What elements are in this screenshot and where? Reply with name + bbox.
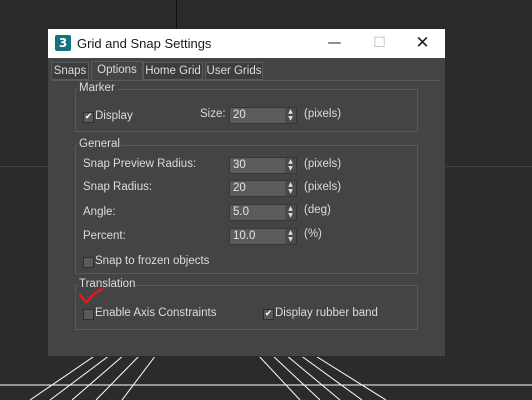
size-value: 20 — [233, 109, 246, 121]
snap-radius-value: 20 — [233, 182, 246, 194]
size-label: Size: — [200, 108, 226, 120]
translation-group: Translation Enable Axis Constraints ✔ Di… — [75, 278, 418, 330]
maximize-button[interactable]: ☐ — [357, 29, 402, 58]
minimize-button[interactable]: — — [312, 29, 357, 58]
size-unit: (pixels) — [304, 108, 342, 120]
angle-label: Angle: — [83, 206, 116, 218]
percent-label: Percent: — [83, 230, 126, 242]
grid-and-snap-settings-dialog: 3 Grid and Snap Settings — ☐ ✕ Snaps Opt… — [47, 28, 446, 357]
angle-unit: (deg) — [304, 204, 331, 216]
snap-frozen-checkbox[interactable] — [83, 257, 94, 268]
enable-axis-constraints-label: Enable Axis Constraints — [95, 307, 217, 319]
up-down-arrows-icon[interactable]: ▲ ▼ — [285, 108, 296, 123]
red-checkmark-annotation — [78, 287, 104, 304]
close-button[interactable]: ✕ — [400, 29, 445, 58]
size-spinner[interactable]: 20 ▲ ▼ — [229, 107, 297, 124]
display-rubber-band-label: Display rubber band — [275, 307, 378, 319]
snap-preview-radius-label: Snap Preview Radius: — [83, 158, 197, 170]
percent-spinner[interactable]: 10.0 ▲ ▼ — [229, 228, 297, 245]
display-checkbox[interactable]: ✔ — [83, 112, 94, 123]
viewport-horizon-line — [446, 166, 532, 167]
snap-radius-unit: (pixels) — [304, 181, 342, 193]
enable-axis-constraints-checkbox[interactable] — [83, 309, 94, 320]
marker-group-label: Marker — [78, 82, 116, 94]
display-label: Display — [95, 110, 133, 122]
snap-frozen-label: Snap to frozen objects — [95, 255, 210, 267]
display-rubber-band-checkbox[interactable]: ✔ — [263, 309, 274, 320]
angle-value: 5.0 — [233, 206, 249, 218]
tab-user-grids[interactable]: User Grids — [205, 62, 263, 80]
marker-group: Marker ✔ Display Size: 20 ▲ ▼ (pixels) — [75, 82, 418, 132]
angle-spinner[interactable]: 5.0 ▲ ▼ — [229, 204, 297, 221]
snap-preview-radius-unit: (pixels) — [304, 158, 342, 170]
tab-home-grid[interactable]: Home Grid — [143, 62, 203, 80]
up-down-arrows-icon[interactable]: ▲ ▼ — [285, 229, 296, 244]
snap-radius-label: Snap Radius: — [83, 181, 153, 193]
tab-divider — [51, 80, 441, 81]
title-bar[interactable]: 3 Grid and Snap Settings — ☐ ✕ — [48, 29, 445, 58]
window-title: Grid and Snap Settings — [77, 36, 212, 51]
general-group-label: General — [78, 138, 121, 150]
tab-options[interactable]: Options — [91, 61, 143, 81]
app-icon: 3 — [55, 35, 71, 51]
viewport-axis-line — [176, 0, 177, 30]
up-down-arrows-icon[interactable]: ▲ ▼ — [285, 205, 296, 220]
percent-value: 10.0 — [233, 230, 256, 242]
snap-preview-radius-spinner[interactable]: 30 ▲ ▼ — [229, 157, 297, 174]
tab-snaps[interactable]: Snaps — [51, 62, 89, 80]
percent-unit: (%) — [304, 228, 322, 240]
snap-radius-spinner[interactable]: 20 ▲ ▼ — [229, 180, 297, 197]
viewport-horizon-line — [0, 166, 48, 167]
up-down-arrows-icon[interactable]: ▲ ▼ — [285, 158, 296, 173]
viewport-grid-floor — [0, 355, 532, 400]
general-group: General Snap Preview Radius: 30 ▲ ▼ (pixe… — [75, 138, 418, 274]
snap-preview-radius-value: 30 — [233, 159, 246, 171]
up-down-arrows-icon[interactable]: ▲ ▼ — [285, 181, 296, 196]
